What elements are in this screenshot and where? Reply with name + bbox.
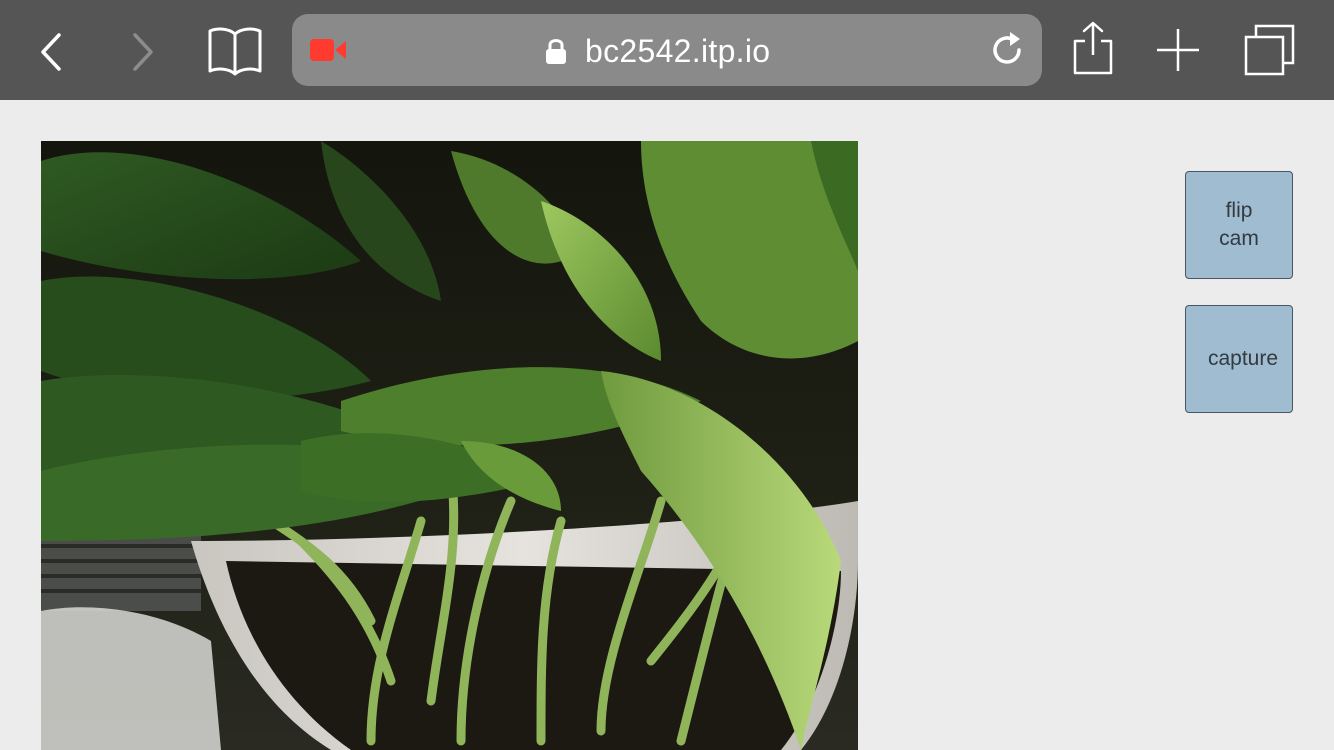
flip-cam-button[interactable]: flip cam: [1185, 171, 1293, 279]
flip-cam-label: flip cam: [1219, 199, 1259, 250]
camera-preview: [41, 141, 858, 750]
url-text[interactable]: bc2542.itp.io: [585, 31, 770, 71]
lock-icon: [544, 36, 568, 66]
forward-chevron-icon[interactable]: [120, 30, 164, 74]
back-chevron-icon[interactable]: [30, 30, 74, 74]
book-icon[interactable]: [204, 24, 266, 78]
capture-label: capture: [1207, 347, 1279, 370]
reload-icon[interactable]: [986, 28, 1030, 72]
video-camera-icon: [308, 36, 348, 64]
capture-button[interactable]: capture: [1185, 305, 1293, 413]
plus-icon[interactable]: [1154, 26, 1202, 74]
browser-toolbar: bc2542.itp.io: [0, 0, 1334, 100]
share-icon[interactable]: [1068, 20, 1118, 78]
tabs-icon[interactable]: [1240, 20, 1300, 80]
camera-frame-image: [41, 141, 858, 750]
